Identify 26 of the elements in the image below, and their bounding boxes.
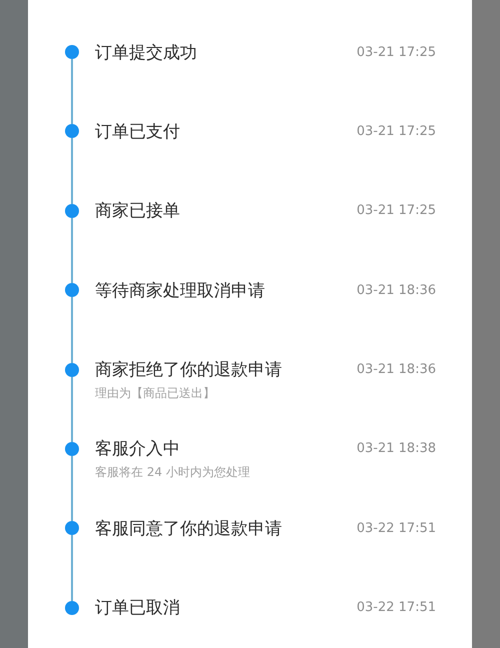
event-title: 等待商家处理取消申请	[95, 280, 265, 302]
timeline-dot	[65, 600, 79, 615]
event-time: 03-21 17:25	[356, 44, 436, 60]
event-title: 订单已取消	[95, 597, 180, 620]
timeline-dot	[65, 204, 79, 218]
timeline-dot	[65, 45, 79, 59]
timeline-dot	[65, 283, 79, 298]
event-title: 客服介入中	[95, 438, 180, 460]
timeline-dot	[65, 362, 79, 377]
timeline-dot	[65, 521, 79, 536]
event-time: 03-21 18:36	[356, 362, 436, 378]
event-time: 03-22 17:51	[356, 600, 436, 616]
event-time: 03-21 18:36	[356, 282, 436, 298]
event-time: 03-21 18:38	[356, 441, 436, 456]
event-time: 03-21 17:25	[356, 203, 436, 218]
timeline-dot	[65, 442, 79, 456]
event-title: 订单提交成功	[95, 42, 197, 64]
event-title: 商家已接单	[95, 200, 180, 222]
event-time: 03-22 17:51	[356, 520, 436, 536]
event-time: 03-21 17:25	[356, 124, 436, 139]
event-note: 客服将在 24 小时内为您处理	[95, 464, 250, 481]
timeline-dot	[65, 124, 79, 138]
event-title: 商家拒绝了你的退款申请	[95, 359, 282, 382]
event-title: 客服同意了你的退款申请	[95, 518, 282, 540]
event-note: 理由为【商品已送出】	[95, 384, 215, 402]
event-title: 订单已支付	[95, 120, 180, 143]
